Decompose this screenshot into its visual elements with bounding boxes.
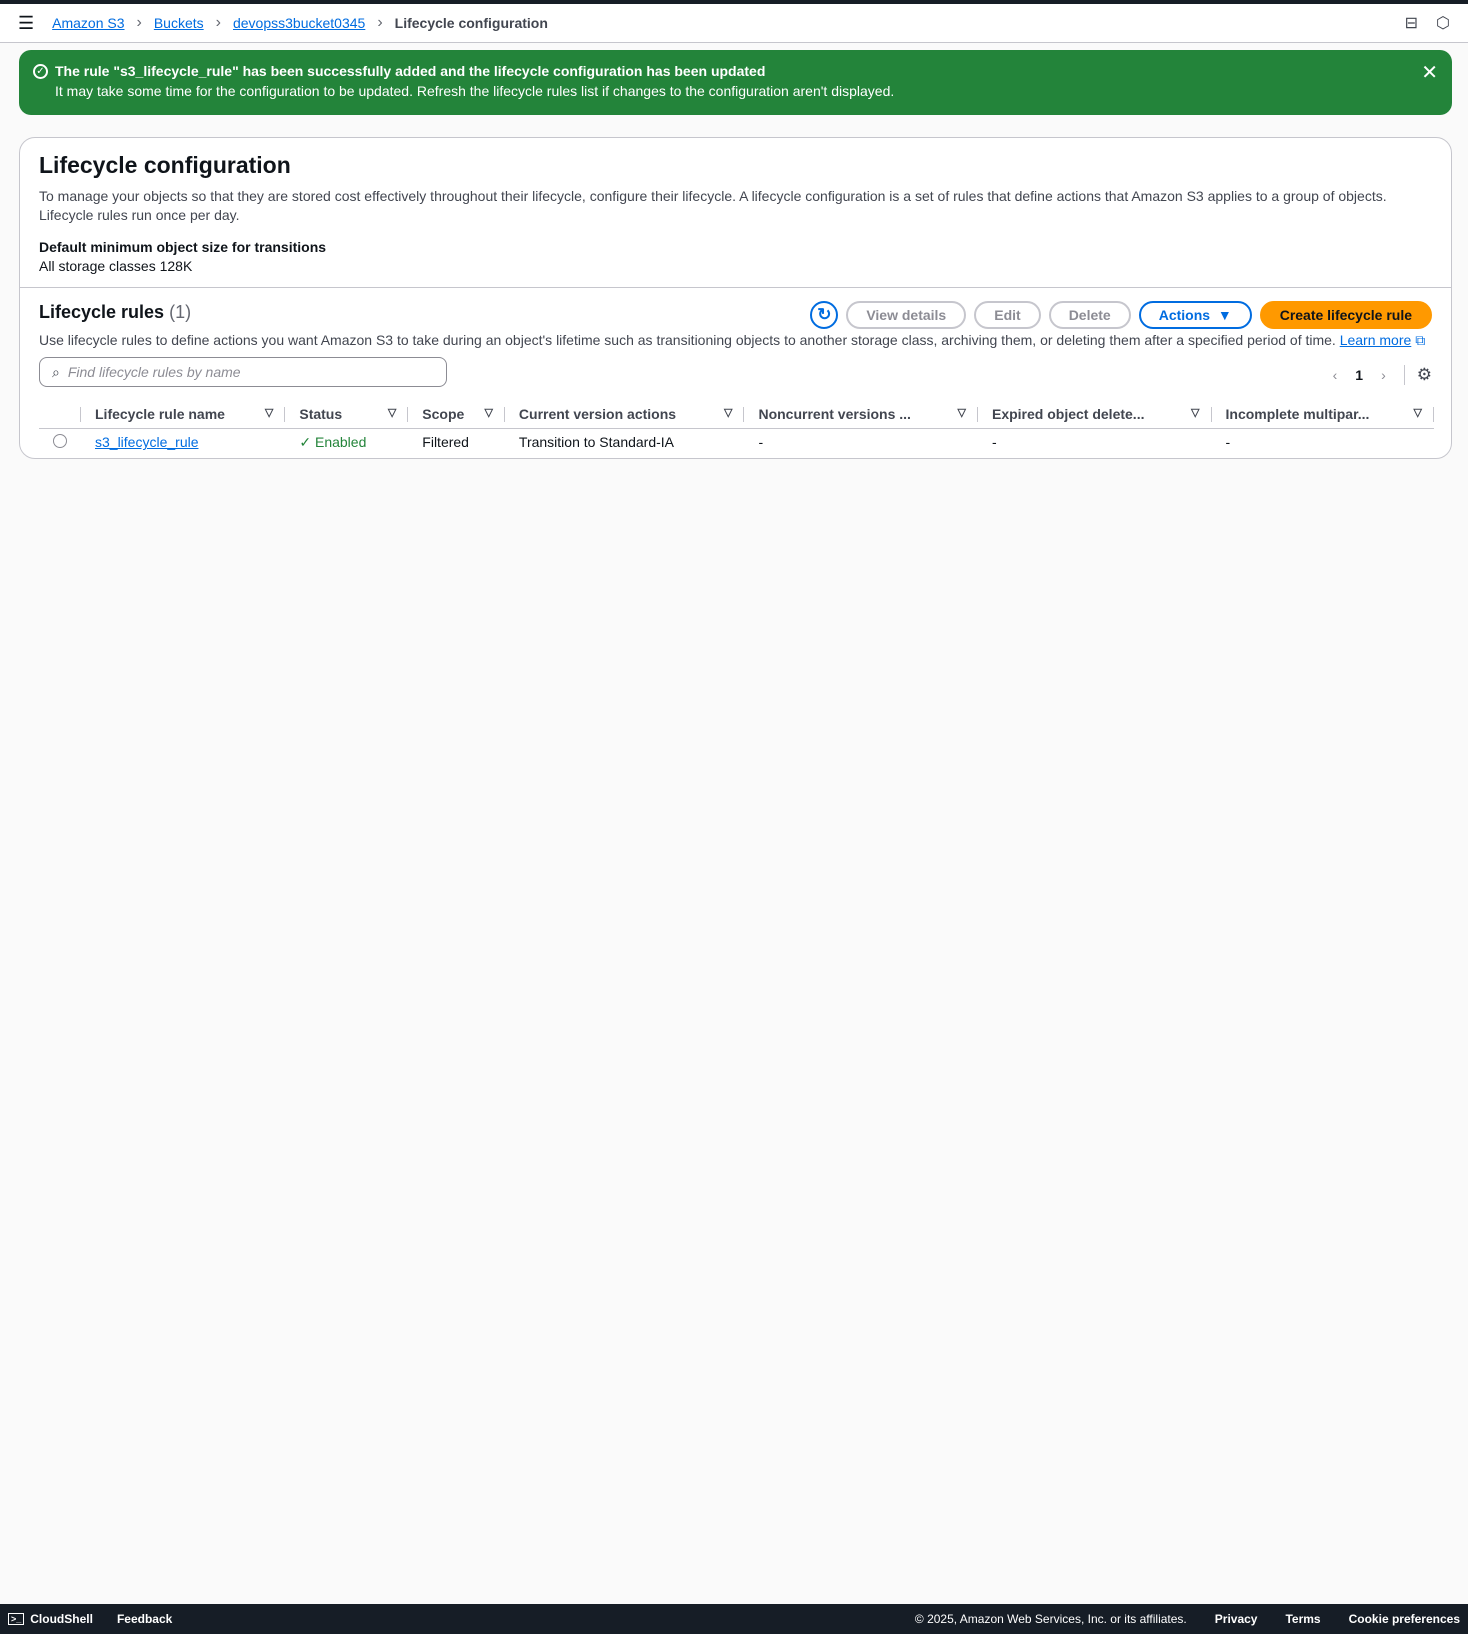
incomplete-multipart-cell: - [1225,434,1231,451]
gear-icon[interactable]: ⚙ [1403,365,1432,385]
success-check-icon: ✓ [33,64,48,79]
prev-page-icon[interactable]: ‹ [1333,367,1338,383]
rules-count: (1) [169,302,192,322]
expired-delete-cell: - [991,434,997,451]
config-description: To manage your objects so that they are … [39,188,1387,223]
view-details-button[interactable]: View details [846,301,967,329]
sort-icon: ▽ [484,406,493,419]
actions-dropdown[interactable]: Actions ▼ [1138,301,1252,329]
table-row: s3_lifecycle_rule ✓ Enabled Filtered Tra… [39,428,1434,456]
success-flashbar: ✓ The rule "s3_lifecycle_rule" has been … [19,50,1452,115]
sort-icon: ▽ [387,406,397,419]
search-icon: ⌕ [52,363,60,380]
min-size-value: All storage classes 128K [39,258,193,274]
sort-icon: ▽ [957,406,966,419]
header: ☰ Amazon S3 › Buckets › devopss3bucket0345… [0,4,1468,43]
copyright: © 2025, Amazon Web Services, Inc. or its… [914,1612,1187,1626]
chevron-right-icon: › [377,14,383,31]
external-link-icon[interactable]: ⧉ [1415,332,1425,348]
caret-down-icon: ▼ [1217,307,1232,323]
privacy-link[interactable]: Privacy [1215,1612,1258,1626]
cloudshell-button[interactable]: CloudShell [30,1612,93,1626]
cloudshell-icon[interactable]: >_ [8,1613,25,1625]
breadcrumb-amazon-s3[interactable]: Amazon S3 [52,15,124,31]
pagination: ‹ 1 › ⚙ [1333,365,1432,385]
breadcrumb: Amazon S3 › Buckets › devopss3bucket0345 › … [52,14,548,32]
breadcrumb-buckets[interactable]: Buckets [154,15,204,31]
col-noncurrent[interactable]: Noncurrent versions ... ▽ [744,400,978,429]
edit-button[interactable]: Edit [974,301,1041,329]
scope-cell: Filtered [422,434,469,451]
sort-icon: ▽ [264,406,274,419]
page-title: Lifecycle configuration [39,152,291,178]
rule-name-link[interactable]: s3_lifecycle_rule [95,434,199,450]
learn-more-link[interactable]: Learn more [1340,332,1412,348]
current-actions-cell: Transition to Standard-IA [518,434,675,451]
noncurrent-cell: - [758,434,764,451]
search-input[interactable]: ⌕ Find lifecycle rules by name [39,357,447,387]
menu-icon[interactable]: ☰ [18,13,34,34]
row-radio[interactable] [53,433,67,448]
check-circle-icon: ✓ [299,433,312,450]
breadcrumb-bucket[interactable]: devopss3bucket0345 [233,15,365,31]
refresh-button[interactable]: ↻ [810,301,839,329]
sort-icon: ▽ [724,406,733,419]
footer: >_ CloudShell Feedback © 2025, Amazon We… [0,1604,1468,1634]
col-current-actions[interactable]: Current version actions ▽ [504,400,745,429]
rules-table: Lifecycle rule name ▽ Status ▽ Scope ▽ Curr… [39,400,1435,456]
min-size-label: Default minimum object size for transiti… [39,239,327,255]
col-scope[interactable]: Scope ▽ [408,400,505,429]
next-page-icon[interactable]: › [1381,367,1386,383]
create-lifecycle-rule-button[interactable]: Create lifecycle rule [1259,301,1432,329]
col-incomplete-multipart[interactable]: Incomplete multipar... ▽ [1211,400,1435,429]
chevron-right-icon: › [215,14,221,31]
status-badge: ✓ Enabled [299,433,367,450]
banner-title: The rule "s3_lifecycle_rule" has been su… [55,63,766,79]
cookie-preferences-link[interactable]: Cookie preferences [1349,1612,1460,1626]
delete-button[interactable]: Delete [1048,301,1131,329]
breadcrumb-current: Lifecycle configuration [394,15,548,31]
col-expired-delete[interactable]: Expired object delete... ▽ [977,400,1212,429]
lifecycle-card: Lifecycle configuration To manage your o… [19,137,1452,459]
page-number[interactable]: 1 [1355,367,1363,383]
help-panel-icon[interactable]: ⬡ [1436,13,1450,33]
sort-icon: ▽ [1413,406,1422,419]
feedback-button[interactable]: Feedback [117,1612,172,1626]
close-icon[interactable]: ✕ [1421,60,1438,85]
notifications-panel-icon[interactable]: ⊟ [1405,13,1418,33]
col-rule-name[interactable]: Lifecycle rule name ▽ [81,400,286,429]
terms-link[interactable]: Terms [1285,1612,1320,1626]
rules-description: Use lifecycle rules to define actions yo… [39,332,1336,348]
sort-icon: ▽ [1191,406,1200,419]
chevron-right-icon: › [136,14,142,31]
col-status[interactable]: Status ▽ [285,400,409,429]
banner-message: It may take some time for the configurat… [55,83,895,99]
